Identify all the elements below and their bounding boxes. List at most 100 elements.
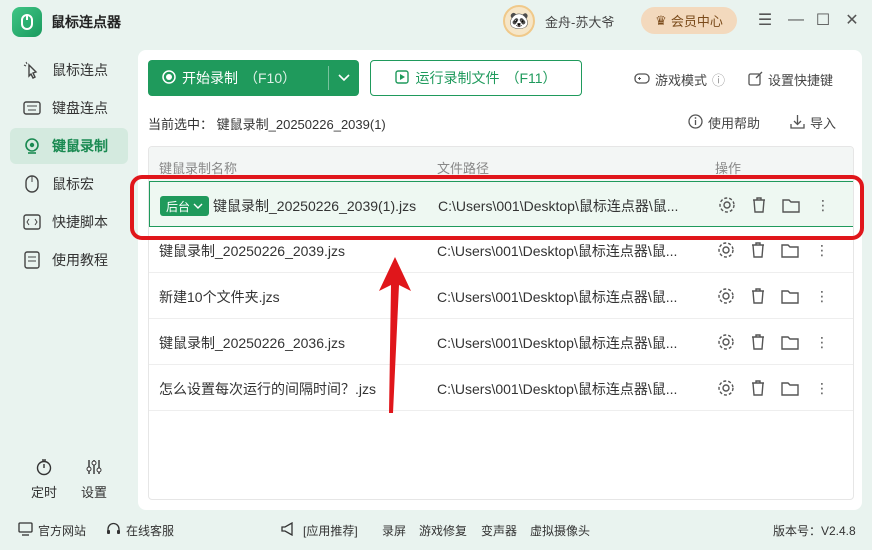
help-circle-icon[interactable]: ⓘ	[712, 70, 725, 89]
official-website-link[interactable]: 官方网站	[18, 522, 86, 539]
rec-link-game-repair[interactable]: 游戏修复	[419, 522, 467, 539]
official-website-label: 官方网站	[38, 524, 87, 538]
folder-icon[interactable]	[779, 331, 801, 353]
column-header-actions: 操作	[715, 161, 742, 176]
badge-label: 后台	[166, 199, 191, 214]
trash-icon[interactable]	[747, 331, 769, 353]
table-row[interactable]: 后台 键鼠录制_20250226_2039(1).jzs C:\Users\00…	[149, 181, 853, 227]
settings-gear-icon[interactable]	[715, 285, 737, 307]
game-mode-label: 游戏模式	[655, 73, 708, 88]
main-panel: 开始录制 （F10） 运行录制文件 （F11） 游戏模式 ⓘ 设置快捷键 当前选…	[138, 50, 862, 510]
folder-icon[interactable]	[779, 285, 801, 307]
recording-name: 键鼠录制_20250226_2039(1).jzs	[213, 198, 417, 214]
game-mode-toggle[interactable]: 游戏模式 ⓘ	[634, 70, 725, 89]
vip-center-button[interactable]: ♛ 会员中心	[641, 7, 737, 34]
recordings-table: 键鼠录制名称 文件路径 操作 后台 键鼠录制_20250226_2039(1).…	[148, 146, 854, 500]
table-row[interactable]: 怎么设置每次运行的间隔时间？.jzs C:\Users\001\Desktop\…	[149, 365, 853, 411]
recording-path: C:\Users\001\Desktop\鼠标连点器\鼠...	[437, 335, 678, 351]
background-mode-badge[interactable]: 后台	[160, 196, 210, 216]
shortcut-edit-icon	[748, 71, 763, 89]
settings-gear-icon[interactable]	[715, 331, 737, 353]
settings-button[interactable]: 设置	[74, 458, 114, 501]
play-icon	[395, 69, 410, 87]
import-icon	[790, 114, 805, 132]
rec-link-screen-recorder[interactable]: 录屏	[382, 522, 406, 539]
table-row[interactable]: 键鼠录制_20250226_2036.jzs C:\Users\001\Desk…	[149, 319, 853, 365]
help-label: 使用帮助	[708, 116, 761, 131]
timer-button[interactable]: 定时	[24, 458, 64, 501]
sidebar-item-quick-script[interactable]: 快捷脚本	[10, 204, 128, 240]
table-row[interactable]: 新建10个文件夹.jzs C:\Users\001\Desktop\鼠标连点器\…	[149, 273, 853, 319]
more-vertical-icon[interactable]: ⋮	[811, 377, 833, 399]
keyboard-icon	[22, 98, 42, 118]
start-recording-button[interactable]: 开始录制 （F10）	[148, 60, 359, 96]
recording-name: 键鼠录制_20250226_2036.jzs	[159, 335, 346, 351]
settings-gear-icon[interactable]	[715, 377, 737, 399]
more-vertical-icon[interactable]: ⋮	[811, 239, 833, 261]
settings-gear-icon[interactable]	[716, 194, 738, 216]
sidebar-item-label: 鼠标连点	[52, 62, 108, 78]
sidebar-item-label: 键盘连点	[52, 100, 108, 116]
start-recording-hotkey: （F10）	[244, 70, 297, 86]
run-recording-hotkey: （F11）	[505, 70, 557, 86]
sidebar: 鼠标连点 键盘连点 键鼠录制 鼠标宏 快捷脚本 使用教程	[0, 50, 138, 510]
settings-gear-icon[interactable]	[715, 239, 737, 261]
folder-icon[interactable]	[779, 239, 801, 261]
rec-link-virtual-camera[interactable]: 虚拟摄像头	[530, 522, 590, 539]
recording-path: C:\Users\001\Desktop\鼠标连点器\鼠...	[437, 381, 678, 397]
document-icon	[22, 250, 42, 270]
recording-name: 新建10个文件夹.jzs	[159, 289, 280, 305]
recording-path: C:\Users\001\Desktop\鼠标连点器\鼠...	[438, 198, 679, 214]
webcam-icon	[22, 136, 42, 156]
more-vertical-icon[interactable]: ⋮	[811, 285, 833, 307]
sidebar-item-tutorial[interactable]: 使用教程	[10, 242, 128, 278]
import-button[interactable]: 导入	[790, 113, 836, 132]
run-recording-button[interactable]: 运行录制文件 （F11）	[370, 60, 582, 96]
sidebar-item-label: 键鼠录制	[52, 138, 108, 154]
folder-icon[interactable]	[780, 194, 802, 216]
table-row[interactable]: 键鼠录制_20250226_2039.jzs C:\Users\001\Desk…	[149, 227, 853, 273]
close-icon[interactable]: ✕	[842, 10, 862, 30]
settings-label: 设置	[80, 485, 107, 500]
set-shortcut-button[interactable]: 设置快捷键	[748, 70, 833, 89]
recording-path: C:\Users\001\Desktop\鼠标连点器\鼠...	[437, 289, 678, 305]
code-icon	[22, 212, 42, 232]
help-button[interactable]: 使用帮助	[688, 113, 760, 132]
trash-icon[interactable]	[747, 285, 769, 307]
gamepad-icon	[634, 71, 650, 88]
user-avatar[interactable]: 🐼	[503, 5, 535, 37]
chevron-down-icon[interactable]	[329, 74, 359, 82]
user-name[interactable]: 金舟-苏大爷	[545, 12, 614, 31]
app-recommend-label: [应用推荐]	[303, 524, 358, 538]
stopwatch-icon	[35, 458, 53, 479]
recording-path: C:\Users\001\Desktop\鼠标连点器\鼠...	[437, 243, 678, 259]
current-selection-prefix: 当前选中：	[148, 117, 214, 132]
trash-icon[interactable]	[747, 239, 769, 261]
maximize-icon[interactable]: ☐	[813, 10, 833, 30]
footer-bar: 官方网站 在线客服 [应用推荐] 录屏 游戏修复 变声器 虚拟摄像头 版本号：V…	[0, 512, 872, 550]
sidebar-item-keyboard-clicker[interactable]: 键盘连点	[10, 90, 128, 126]
sidebar-item-mouse-macro[interactable]: 鼠标宏	[10, 166, 128, 202]
rec-link-voice-changer[interactable]: 变声器	[481, 522, 517, 539]
sidebar-item-label: 使用教程	[52, 252, 108, 268]
online-service-link[interactable]: 在线客服	[106, 522, 174, 539]
sidebar-item-recording[interactable]: 键鼠录制	[10, 128, 128, 164]
title-bar: 鼠标连点器 🐼 金舟-苏大爷 ♛ 会员中心 ☰ — ☐ ✕	[0, 0, 872, 42]
menu-icon[interactable]: ☰	[755, 10, 775, 30]
trash-icon[interactable]	[748, 194, 770, 216]
sidebar-item-mouse-clicker[interactable]: 鼠标连点	[10, 52, 128, 88]
start-recording-label: 开始录制	[182, 70, 238, 86]
column-header-name: 键鼠录制名称	[159, 161, 238, 176]
more-vertical-icon[interactable]: ⋮	[812, 194, 834, 216]
minimize-icon[interactable]: —	[786, 10, 806, 30]
trash-icon[interactable]	[747, 377, 769, 399]
click-cursor-icon	[22, 60, 42, 80]
record-icon	[162, 69, 176, 87]
folder-icon[interactable]	[779, 377, 801, 399]
import-label: 导入	[810, 116, 837, 131]
chevron-down-icon	[193, 203, 203, 209]
column-header-path: 文件路径	[437, 161, 490, 176]
sliders-icon	[85, 458, 103, 479]
more-vertical-icon[interactable]: ⋮	[811, 331, 833, 353]
recording-name: 怎么设置每次运行的间隔时间？.jzs	[159, 381, 376, 397]
